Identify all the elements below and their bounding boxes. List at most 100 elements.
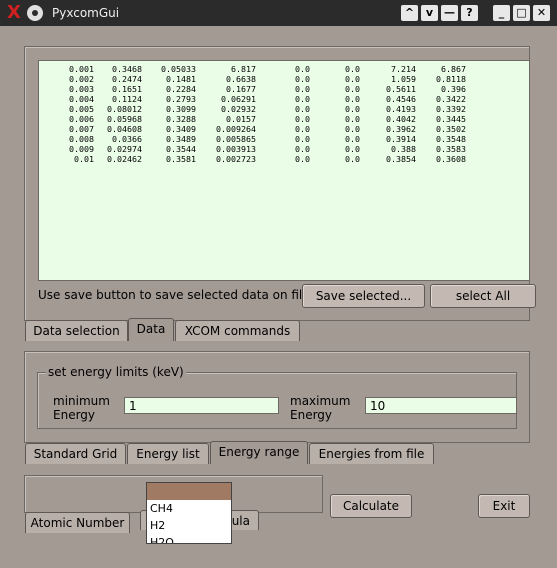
table-row: 0.007 0.04608 0.3409 0.009264 0.0 0.0 0.3962 0.… bbox=[39, 124, 529, 134]
save-selected-button[interactable]: Save selected... bbox=[302, 284, 425, 308]
table-cell: 0.4193 bbox=[386, 104, 416, 114]
dropdown-option-h2o[interactable]: H2O bbox=[147, 534, 231, 543]
table-cell: 0.009 bbox=[69, 144, 94, 154]
table-row: 0.004 0.1124 0.2793 0.06291 0.0 0.0 0.4546 0.34… bbox=[39, 94, 529, 104]
table-cell: 0.0 bbox=[295, 94, 310, 104]
dropdown-option-blank[interactable] bbox=[147, 483, 231, 500]
table-cell: 6.817 bbox=[231, 64, 256, 74]
data-output-area[interactable]: 0.001 0.3468 0.05033 6.817 0.0 0.0 7.214 6.867 0… bbox=[38, 60, 530, 281]
table-cell: 0.3099 bbox=[166, 104, 196, 114]
table-row: 0.003 0.1651 0.2284 0.1677 0.0 0.0 0.5611 0.396 bbox=[39, 84, 529, 94]
table-cell: 0.0 bbox=[345, 104, 360, 114]
table-cell: 0.007 bbox=[69, 124, 94, 134]
table-cell: 0.3288 bbox=[166, 114, 196, 124]
table-cell: 6.867 bbox=[441, 64, 466, 74]
table-row: 0.006 0.05968 0.3288 0.0157 0.0 0.0 0.4042 0.34… bbox=[39, 114, 529, 124]
tab-energy-range[interactable]: Energy range bbox=[210, 441, 308, 464]
shade-up-button[interactable]: ^ bbox=[401, 5, 418, 21]
table-cell: 0.0 bbox=[295, 144, 310, 154]
table-cell: 0.0366 bbox=[112, 134, 142, 144]
min-energy-input[interactable]: 1 bbox=[124, 397, 279, 414]
table-row: 0.008 0.0366 0.3489 0.005865 0.0 0.0 0.3914 0.3… bbox=[39, 134, 529, 144]
table-cell: 0.4042 bbox=[386, 114, 416, 124]
table-cell: 0.0 bbox=[295, 104, 310, 114]
table-cell: 0.0 bbox=[345, 84, 360, 94]
table-row: 0.009 0.02974 0.3544 0.003913 0.0 0.0 0.388 0.3… bbox=[39, 144, 529, 154]
table-cell: 0.0 bbox=[345, 64, 360, 74]
minimize-line-button[interactable]: — bbox=[441, 5, 458, 21]
table-cell: 0.3392 bbox=[436, 104, 466, 114]
tab-energy-list[interactable]: Energy list bbox=[127, 443, 209, 464]
calculate-button[interactable]: Calculate bbox=[330, 494, 412, 518]
shade-down-button[interactable]: v bbox=[421, 5, 438, 21]
table-cell: 0.1124 bbox=[112, 94, 142, 104]
table-cell: 0.0 bbox=[295, 134, 310, 144]
maximize-button[interactable]: □ bbox=[513, 5, 530, 21]
table-cell: 0.02462 bbox=[107, 154, 142, 164]
app-x-icon: X bbox=[7, 2, 21, 23]
table-cell: 0.3422 bbox=[436, 94, 466, 104]
table-row: 0.005 0.08012 0.3099 0.02932 0.0 0.0 0.4193 0.3… bbox=[39, 104, 529, 114]
table-cell: 0.3914 bbox=[386, 134, 416, 144]
table-cell: 0.0 bbox=[345, 124, 360, 134]
table-cell: 0.06291 bbox=[221, 94, 256, 104]
energy-group-title: set energy limits (keV) bbox=[46, 365, 186, 379]
table-cell: 0.003 bbox=[69, 84, 94, 94]
save-hint-text: Use save button to save selected data on… bbox=[38, 288, 310, 302]
table-cell: 0.3581 bbox=[166, 154, 196, 164]
max-energy-label-1: maximum bbox=[290, 394, 351, 408]
table-cell: 0.008 bbox=[69, 134, 94, 144]
close-button[interactable]: ✕ bbox=[533, 5, 550, 21]
max-energy-input[interactable]: 10 bbox=[365, 397, 517, 414]
table-row: 0.01 0.02462 0.3581 0.002723 0.0 0.0 0.3854 0.3… bbox=[39, 154, 529, 164]
table-cell: 0.3608 bbox=[436, 154, 466, 164]
tab-data[interactable]: Data bbox=[128, 318, 174, 341]
tab-energies-from-file[interactable]: Energies from file bbox=[309, 443, 434, 464]
help-button[interactable]: ? bbox=[461, 5, 478, 21]
table-cell: 0.3583 bbox=[436, 144, 466, 154]
select-all-button[interactable]: select All bbox=[430, 284, 536, 308]
table-cell: 0.1481 bbox=[166, 74, 196, 84]
dropdown-option-ch4[interactable]: CH4 bbox=[147, 500, 231, 517]
table-cell: 0.3854 bbox=[386, 154, 416, 164]
table-cell: 0.003913 bbox=[216, 144, 256, 154]
table-cell: 0.0 bbox=[345, 94, 360, 104]
tab-atomic-number[interactable]: Atomic Number bbox=[25, 512, 130, 533]
table-cell: 0.002 bbox=[69, 74, 94, 84]
table-cell: 0.3548 bbox=[436, 134, 466, 144]
table-cell: 1.059 bbox=[391, 74, 416, 84]
table-cell: 0.3962 bbox=[386, 124, 416, 134]
table-cell: 0.4546 bbox=[386, 94, 416, 104]
table-cell: 0.396 bbox=[441, 84, 466, 94]
table-row: 0.002 0.2474 0.1481 0.6638 0.0 0.0 1.059 0.8118 bbox=[39, 74, 529, 84]
title-bar: X PyxcomGui ^ v — ? _ □ ✕ bbox=[0, 0, 557, 26]
table-cell: 0.3468 bbox=[112, 64, 142, 74]
table-cell: 0.2284 bbox=[166, 84, 196, 94]
min-energy-label-2: Energy bbox=[53, 408, 96, 422]
window-menu-icon[interactable] bbox=[27, 5, 43, 21]
dropdown-option-h2[interactable]: H2 bbox=[147, 517, 231, 534]
tab-data-selection[interactable]: Data selection bbox=[25, 320, 128, 341]
table-cell: 0.3544 bbox=[166, 144, 196, 154]
exit-button[interactable]: Exit bbox=[478, 494, 530, 518]
table-cell: 0.0 bbox=[345, 154, 360, 164]
table-cell: 0.005 bbox=[69, 104, 94, 114]
table-cell: 0.2474 bbox=[112, 74, 142, 84]
table-cell: 0.08012 bbox=[107, 104, 142, 114]
table-cell: 0.02932 bbox=[221, 104, 256, 114]
table-cell: 0.006 bbox=[69, 114, 94, 124]
table-cell: 0.01 bbox=[74, 154, 94, 164]
table-cell: 0.0 bbox=[345, 144, 360, 154]
minimize-button[interactable]: _ bbox=[493, 5, 510, 21]
max-energy-label-2: Energy bbox=[290, 408, 333, 422]
table-cell: 0.0157 bbox=[226, 114, 256, 124]
table-cell: 0.05968 bbox=[107, 114, 142, 124]
table-cell: 0.0 bbox=[345, 74, 360, 84]
material-dropdown-list[interactable]: CH4 H2 H2O bbox=[146, 482, 232, 544]
table-cell: 0.3445 bbox=[436, 114, 466, 124]
tab-standard-grid[interactable]: Standard Grid bbox=[25, 443, 126, 464]
table-cell: 0.0 bbox=[345, 114, 360, 124]
table-cell: 0.009264 bbox=[216, 124, 256, 134]
tab-xcom-commands[interactable]: XCOM commands bbox=[175, 320, 300, 341]
table-cell: 0.388 bbox=[391, 144, 416, 154]
